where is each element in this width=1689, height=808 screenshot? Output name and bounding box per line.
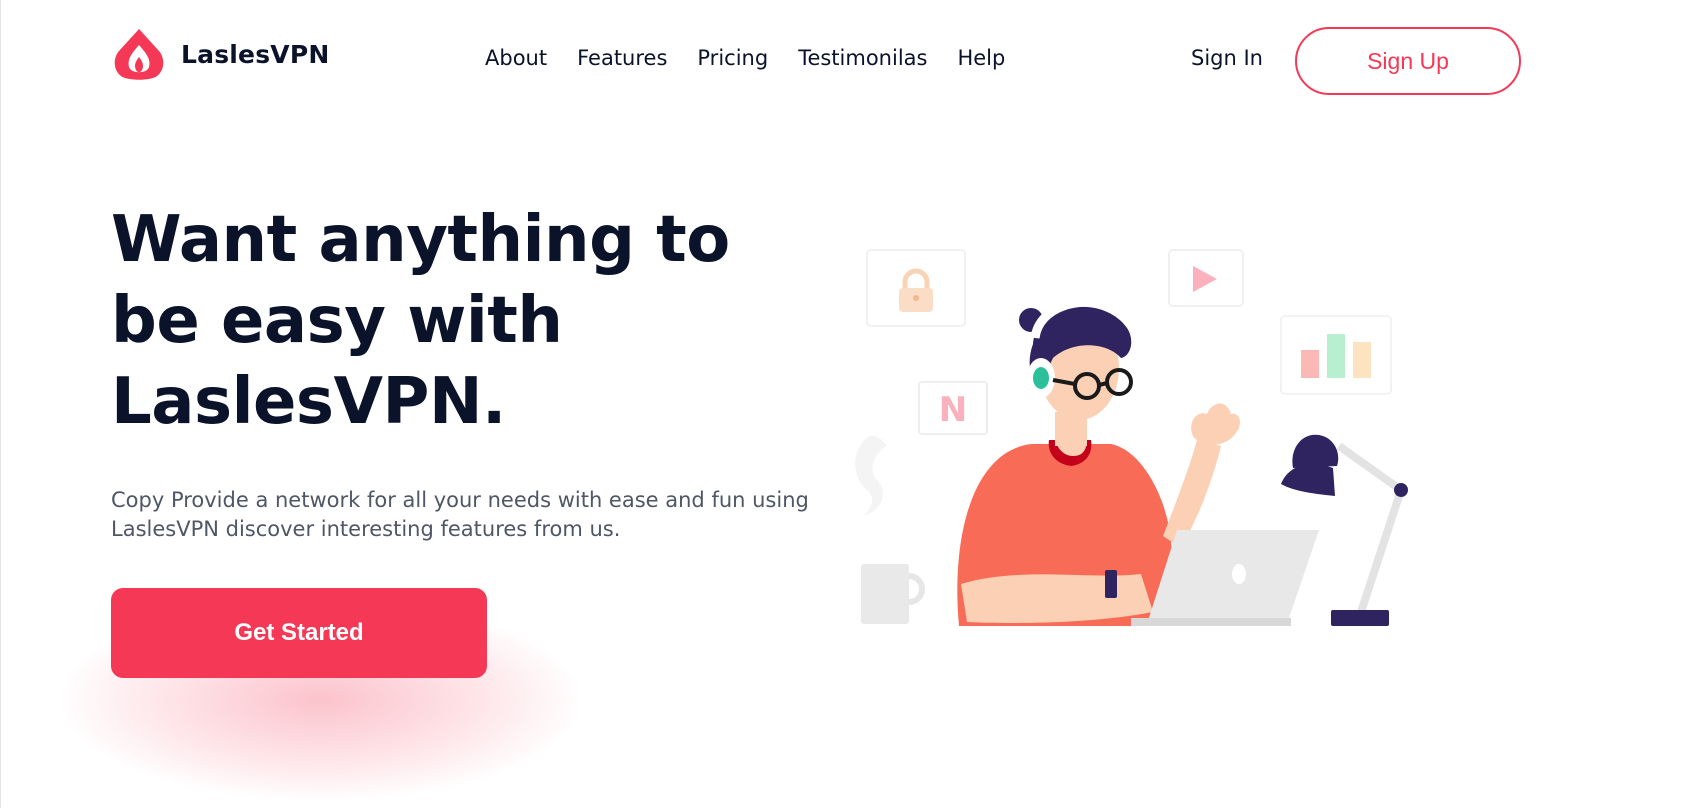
- main-nav: About Features Pricing Testimonilas Help: [485, 46, 1005, 70]
- nav-about[interactable]: About: [485, 46, 547, 70]
- sign-up-button[interactable]: Sign Up: [1295, 27, 1521, 95]
- top-navbar: LaslesVPN About Features Pricing Testimo…: [1, 0, 1689, 120]
- lock-icon: [866, 249, 966, 327]
- play-icon: [1168, 249, 1244, 307]
- nav-pricing[interactable]: Pricing: [697, 46, 768, 70]
- netflix-letter: N: [939, 390, 967, 430]
- brand-logo[interactable]: LaslesVPN: [113, 27, 329, 81]
- netflix-icon: N: [918, 381, 988, 435]
- brand-name: LaslesVPN: [181, 39, 330, 69]
- sign-in-link[interactable]: Sign In: [1191, 46, 1263, 70]
- bar-chart-icon: [1280, 315, 1392, 395]
- hero-title: Want anything to be easy with LaslesVPN.: [111, 203, 730, 439]
- nav-testimonials[interactable]: Testimonilas: [798, 46, 927, 70]
- nav-features[interactable]: Features: [577, 46, 667, 70]
- get-started-button[interactable]: Get Started: [111, 588, 487, 678]
- mug-icon: [855, 435, 925, 624]
- nav-help[interactable]: Help: [957, 46, 1005, 70]
- hero-illustration: N: [855, 249, 1408, 626]
- hero-subtitle: Copy Provide a network for all your need…: [111, 488, 809, 541]
- flame-logo-icon: [114, 29, 164, 80]
